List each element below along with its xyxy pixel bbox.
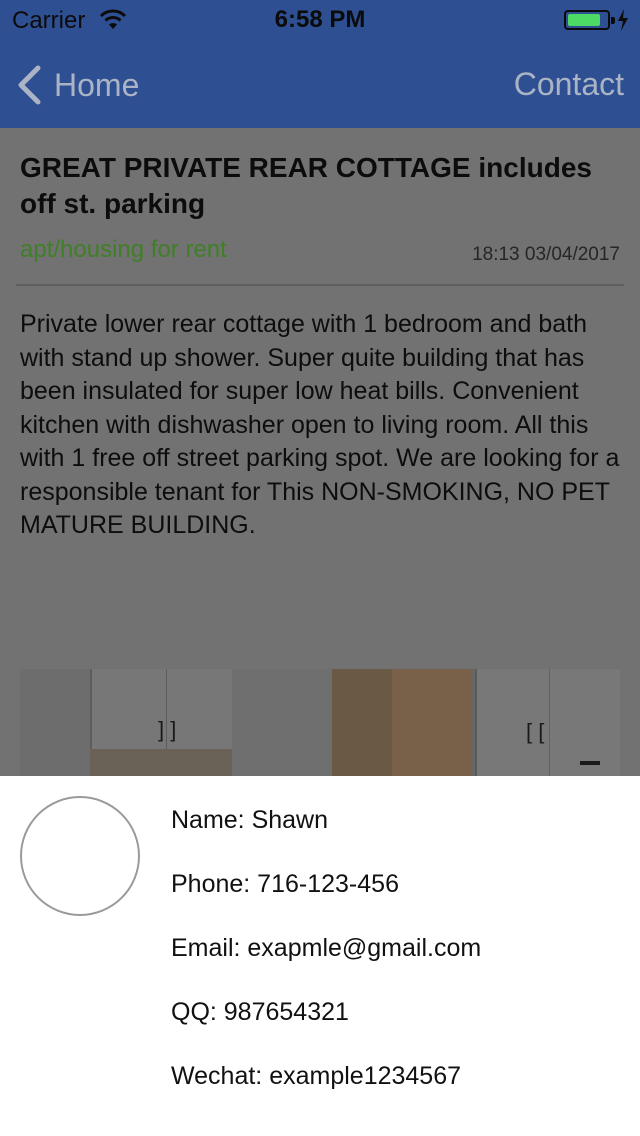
battery-icon <box>564 10 615 30</box>
contact-email[interactable]: Email: exapmle@gmail.com <box>171 934 481 963</box>
listing-timestamp: 18:13 03/04/2017 <box>472 244 620 265</box>
contact-qq: QQ: 987654321 <box>171 998 349 1026</box>
contact-name: Name: Shawn <box>171 806 329 834</box>
back-button-label: Home <box>54 66 140 103</box>
chevron-left-icon <box>18 65 41 105</box>
listing-title: GREAT PRIVATE REAR COTTAGE includes off … <box>20 152 592 219</box>
contact-wechat: Wechat: example1234567 <box>171 1062 462 1090</box>
contact-phone[interactable]: Phone: 716-123-456 <box>171 870 399 899</box>
status-bar: Carrier 6:58 PM <box>0 0 640 40</box>
contact-sheet: Name: Shawn Phone: 716-123-456 Email: ex… <box>0 776 640 1136</box>
listing-detail: GREAT PRIVATE REAR COTTAGE includes off … <box>0 128 640 776</box>
divider <box>16 284 624 286</box>
avatar <box>20 796 140 916</box>
listing-description: Private lower rear cottage with 1 bedroo… <box>20 310 620 539</box>
contact-button[interactable]: Contact <box>514 66 624 103</box>
navigation-bar: Home Contact <box>0 40 640 128</box>
listing-category[interactable]: apt/housing for rent <box>20 236 227 264</box>
back-button[interactable]: Home <box>16 64 139 106</box>
top-bar: Carrier 6:58 PM Home Contact <box>0 0 640 128</box>
clock: 6:58 PM <box>274 6 366 33</box>
charging-bolt-icon <box>618 9 628 31</box>
listing-photo[interactable]: ] ] [ [ <box>20 669 620 776</box>
